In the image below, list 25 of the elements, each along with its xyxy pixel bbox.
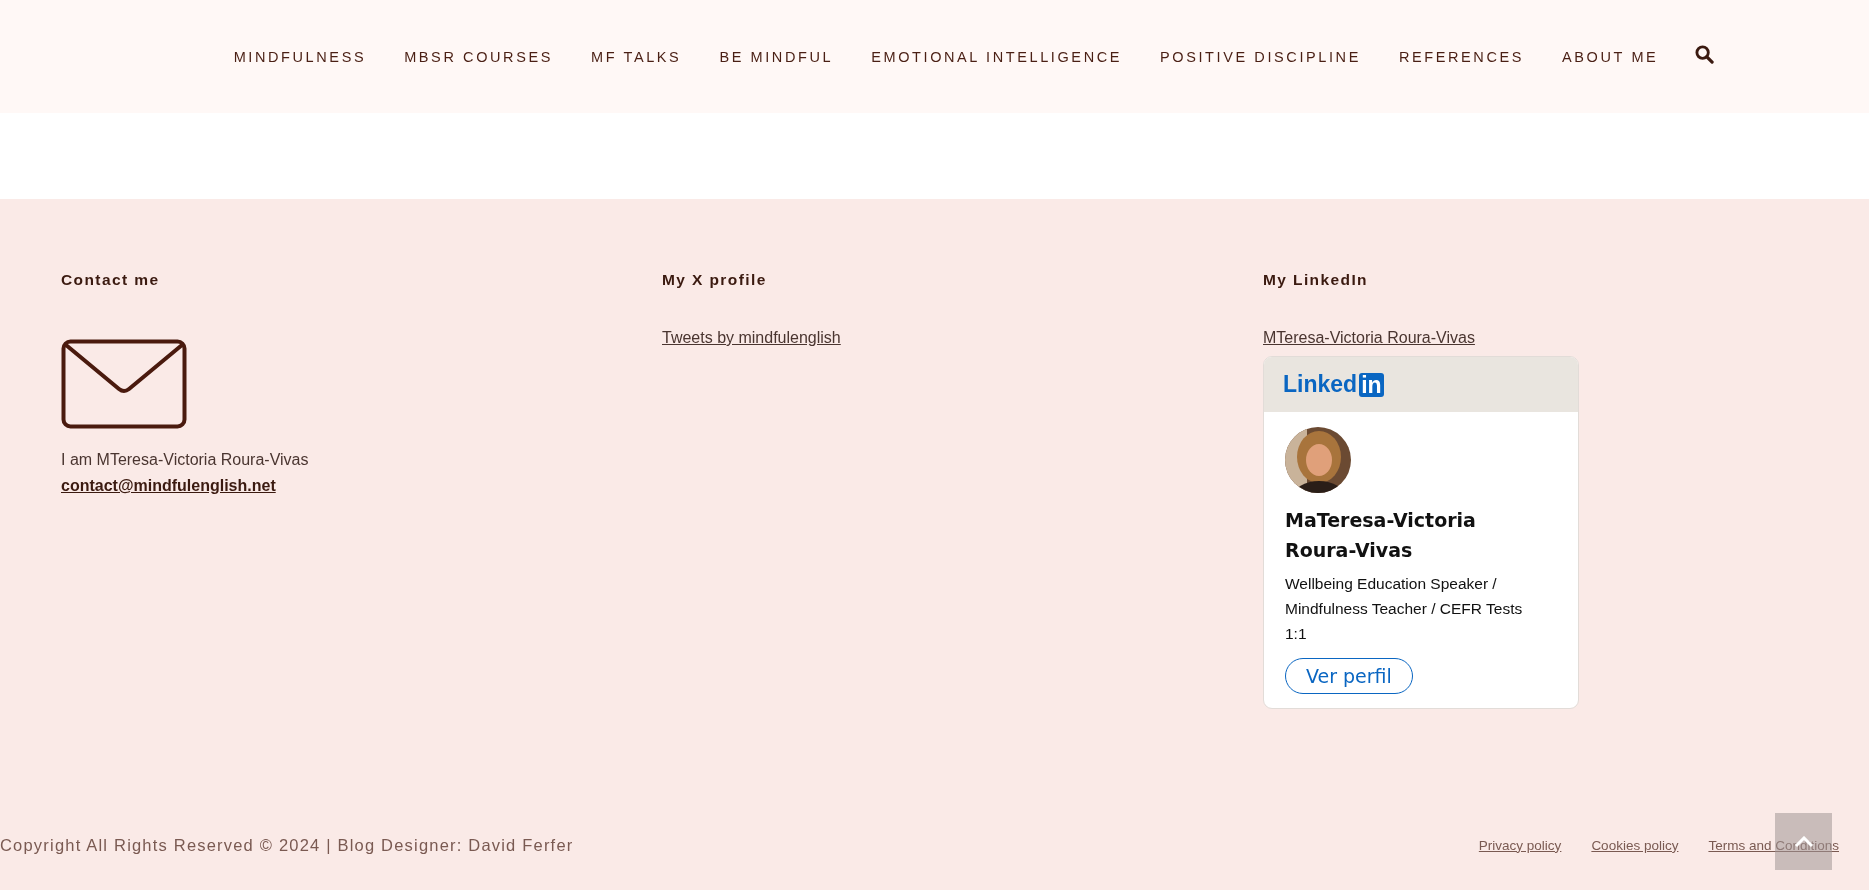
envelope-icon: [61, 339, 187, 429]
profile-headline: Wellbeing Education Speaker / Mindfulness Teacher / CEFR Tests 1:1: [1285, 574, 1524, 644]
view-profile-button[interactable]: Ver perfil: [1285, 658, 1413, 694]
email-link[interactable]: contact@mindfulenglish.net: [61, 477, 276, 495]
profile-link[interactable]: MTeresa-Victoria Roura-Vivas: [1263, 329, 1475, 347]
contact-text: I am MTeresa-Victoria Roura-Vivas: [61, 451, 309, 469]
nav-link[interactable]: ABOUT ME: [1562, 48, 1659, 65]
footer-link[interactable]: Privacy policy: [1478, 837, 1562, 853]
profile-name: MaTeresa-Victoria Roura-Vivas: [1285, 508, 1477, 563]
tweets-link[interactable]: Tweets by mindfulenglish: [662, 329, 841, 347]
footer-link[interactable]: Terms and Conditions: [1708, 837, 1839, 853]
nav-link[interactable]: POSITIVE DISCIPLINE: [1160, 48, 1361, 65]
nav-link[interactable]: EMOTIONAL INTELLIGENCE: [871, 48, 1123, 65]
copyright-text: Copyright All Rights Reserved © 2024 | Blog Designer: David Ferfer: [0, 835, 574, 855]
nav-link[interactable]: MBSR COURSES: [404, 48, 553, 65]
column-heading: Contact me: [61, 271, 160, 289]
linkedin-logo: Linked in: [1283, 371, 1384, 398]
column-heading: My LinkedIn: [1263, 271, 1368, 289]
column-heading: My X profile: [662, 271, 767, 289]
footer-link[interactable]: Cookies policy: [1591, 837, 1679, 853]
nav-link[interactable]: REFERENCES: [1398, 48, 1525, 65]
search-icon[interactable]: [1695, 45, 1715, 64]
nav-link[interactable]: MINDFULNESS: [233, 48, 367, 65]
nav-link[interactable]: MF TALKS: [591, 48, 682, 65]
nav-link[interactable]: BE MINDFUL: [719, 48, 834, 65]
